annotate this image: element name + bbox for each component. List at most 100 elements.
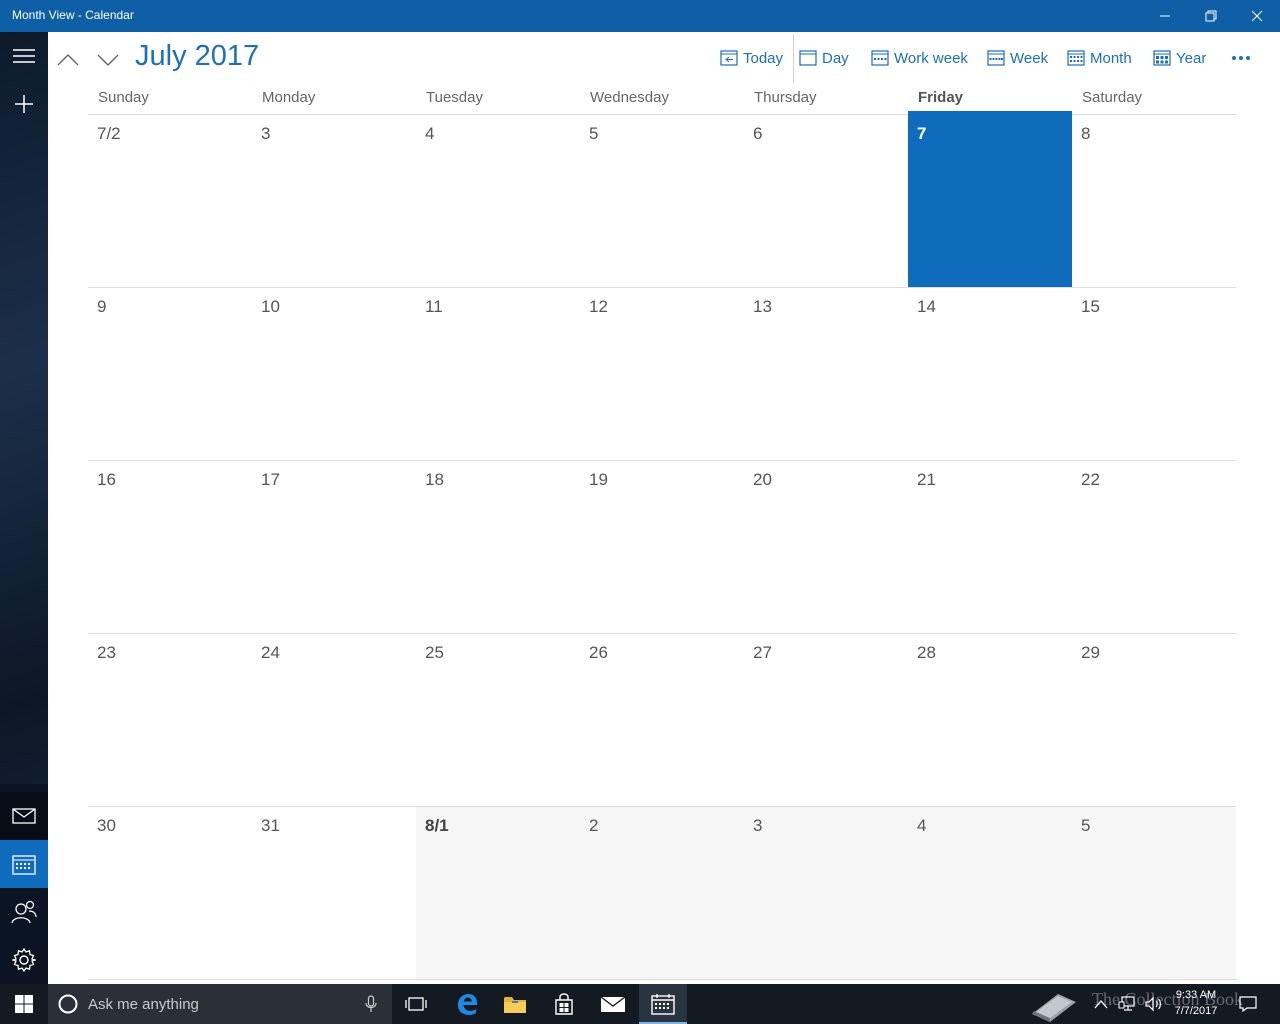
today-button[interactable]: Today [720,46,783,70]
day-cell[interactable]: 4 [908,806,1072,979]
today-label: Today [743,49,784,67]
settings-button[interactable] [0,936,48,984]
day-cell[interactable]: 20 [744,460,908,633]
calendar-icon [12,855,36,875]
day-cell[interactable]: 3 [252,114,416,287]
day-cell[interactable]: 4 [416,114,580,287]
close-icon [1251,10,1263,22]
day-cell[interactable]: 10 [252,287,416,460]
day-view-button[interactable]: Day [799,46,849,70]
day-cell[interactable]: 26 [580,633,744,806]
day-cell[interactable]: 11 [416,287,580,460]
day-cell[interactable]: 9 [88,287,252,460]
close-button[interactable] [1234,0,1280,32]
week-view-icon [987,50,1005,66]
day-cell[interactable]: 25 [416,633,580,806]
day-number: 25 [425,643,444,662]
hamburger-icon [13,49,35,63]
day-number: 14 [917,297,936,316]
day-cell-today[interactable]: 7 [908,114,1072,287]
day-cell[interactable]: 27 [744,633,908,806]
day-cell[interactable]: 8 [1072,114,1236,287]
day-cell[interactable]: 30 [88,806,252,979]
day-cell[interactable]: 21 [908,460,1072,633]
day-number: 20 [753,470,772,489]
store-button[interactable] [540,984,588,1024]
month-view-button[interactable]: Month [1067,46,1132,70]
taskbar-clock[interactable]: 9:33 AM 7/7/2017 [1166,987,1226,1019]
day-cell[interactable]: 31 [252,806,416,979]
weekday-header-thursday: Thursday [754,89,817,106]
calendar-app-button[interactable] [639,984,687,1024]
day-cell[interactable]: 18 [416,460,580,633]
day-number: 22 [1081,470,1100,489]
mail-button[interactable] [0,792,48,840]
restore-button[interactable] [1188,0,1234,32]
day-cell[interactable]: 12 [580,287,744,460]
day-cell[interactable]: 19 [580,460,744,633]
day-cell[interactable]: 8/1 [416,806,580,979]
calendar-button[interactable] [0,840,48,888]
restore-icon [1205,10,1217,22]
action-center-button[interactable] [1228,984,1268,1024]
start-button[interactable] [0,984,48,1024]
day-cell[interactable]: 22 [1072,460,1236,633]
next-month-button[interactable] [94,46,122,74]
day-cell[interactable]: 23 [88,633,252,806]
minimize-icon [1160,15,1170,17]
day-number: 19 [589,470,608,489]
volume-icon[interactable] [1144,996,1162,1012]
previous-month-button[interactable] [54,46,82,74]
day-number: 4 [425,124,435,143]
more-options-button[interactable] [1228,48,1254,68]
minimize-button[interactable] [1142,0,1188,32]
day-cell[interactable]: 29 [1072,633,1236,806]
system-tray [1094,984,1162,1024]
day-cell[interactable]: 17 [252,460,416,633]
mail-app-button[interactable] [589,984,637,1024]
day-cell[interactable]: 28 [908,633,1072,806]
day-number: 5 [1081,816,1091,835]
day-cell[interactable]: 2 [580,806,744,979]
weekday-header-friday: Friday [918,89,964,106]
more-dot-icon [1246,56,1250,60]
year-view-button[interactable]: Year [1153,46,1206,70]
day-number: 27 [753,643,772,662]
day-cell[interactable]: 5 [580,114,744,287]
year-view-icon [1153,50,1171,66]
day-view-label: Day [822,49,849,67]
mail-icon [12,808,36,824]
clock-time: 9:33 AM [1175,989,1217,1001]
hamburger-menu-button[interactable] [0,32,48,80]
weekday-header-wednesday: Wednesday [590,89,669,106]
network-icon[interactable] [1118,996,1136,1012]
day-number: 5 [589,124,599,143]
chevron-up-tray-icon[interactable] [1094,999,1108,1009]
chevron-up-icon [57,54,79,66]
day-cell[interactable]: 7/2 [88,114,252,287]
day-cell[interactable]: 24 [252,633,416,806]
day-cell[interactable]: 5 [1072,806,1236,979]
day-cell[interactable]: 13 [744,287,908,460]
day-cell[interactable]: 16 [88,460,252,633]
day-cell[interactable]: 6 [744,114,908,287]
day-cell[interactable]: 14 [908,287,1072,460]
search-placeholder: Ask me anything [88,996,199,1013]
month-grid: Sunday Monday Tuesday Wednesday Thursday Frid… [88,82,1237,980]
day-cell[interactable]: 15 [1072,287,1236,460]
title-bar: Month View - Calendar [0,0,1280,32]
day-number: 13 [753,297,772,316]
cortana-search-box[interactable]: Ask me anything [48,984,392,1024]
file-explorer-button[interactable] [491,984,539,1024]
work-week-view-button[interactable]: Work week [871,46,968,70]
work-week-view-label: Work week [894,49,968,67]
chevron-down-icon [97,54,119,66]
day-cell[interactable]: 3 [744,806,908,979]
day-number: 12 [589,297,608,316]
week-view-button[interactable]: Week [987,46,1048,70]
new-event-button[interactable] [0,80,48,128]
people-button[interactable] [0,888,48,936]
edge-icon [458,994,477,1015]
task-view-button[interactable] [392,984,440,1024]
edge-browser-button[interactable] [443,984,491,1024]
